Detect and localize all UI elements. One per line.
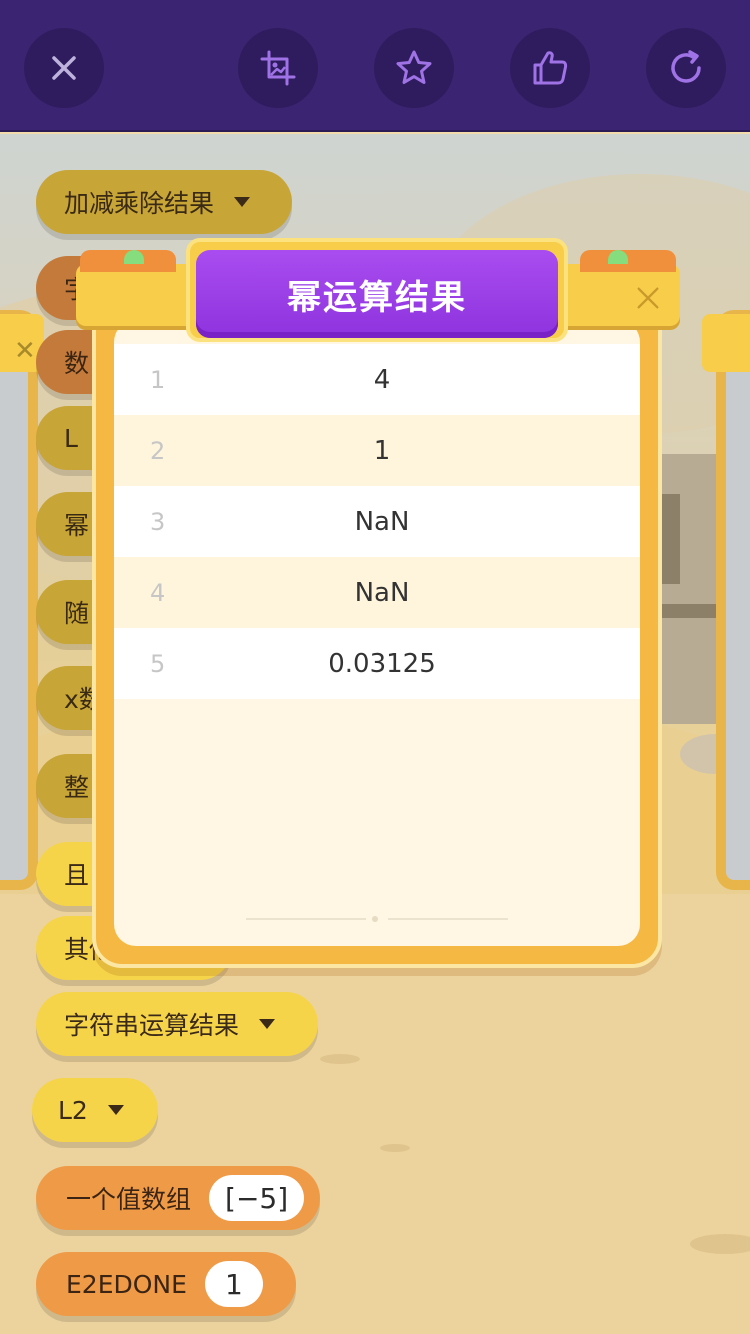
header-light: [608, 250, 628, 264]
thumbs-up-icon: [533, 51, 568, 85]
refresh-icon: [671, 50, 701, 83]
block-list-l2[interactable]: L2: [32, 1078, 158, 1142]
scroll-indicator-dot: [372, 916, 378, 922]
right-panel-header: [702, 314, 750, 372]
row-value: 4: [373, 364, 391, 395]
block-label: 幂: [64, 511, 90, 540]
block-label: 且: [64, 861, 90, 890]
list-item: 1 4: [114, 344, 640, 415]
row-value: 0.03125: [328, 648, 436, 679]
block-label: 字符串运算结果: [64, 1011, 240, 1040]
list-item: 2 1: [114, 415, 640, 486]
close-icon: [637, 287, 659, 309]
star-icon: [396, 50, 432, 84]
result-list: 1 4 2 1 3 NaN 4 NaN 5 0.03125: [114, 320, 640, 946]
left-panel-close-icon[interactable]: ✕: [14, 336, 36, 366]
header-light: [124, 250, 144, 264]
right-side-panel: [716, 310, 750, 890]
block-label: L2: [58, 1095, 88, 1125]
block-single-value-array[interactable]: 一个值数组 [−5]: [36, 1166, 320, 1230]
row-value: 1: [373, 435, 391, 466]
top-toolbar: [0, 0, 750, 132]
screenshot-icon: [260, 50, 296, 86]
block-label: 整: [64, 773, 90, 802]
row-value: NaN: [354, 506, 410, 537]
screenshot-button[interactable]: [238, 28, 318, 108]
block-string-result[interactable]: 字符串运算结果: [36, 992, 318, 1056]
list-item: 5 0.03125: [114, 628, 640, 699]
block-label: L: [64, 423, 78, 453]
dropdown-caret-icon: [259, 1019, 276, 1029]
block-value: [−5]: [209, 1175, 305, 1221]
refresh-button[interactable]: [646, 28, 726, 108]
favorite-button[interactable]: [374, 28, 454, 108]
block-label: 随: [64, 599, 90, 628]
block-label: 一个值数组: [66, 1185, 192, 1214]
block-label: 加减乘除结果: [64, 189, 215, 218]
like-button[interactable]: [510, 28, 590, 108]
left-side-panel: [0, 310, 38, 890]
dialog-close-button[interactable]: [630, 280, 666, 316]
block-arith-result[interactable]: 加减乘除结果: [36, 170, 292, 234]
scroll-indicator: [388, 918, 508, 920]
dropdown-caret-icon: [234, 197, 251, 207]
list-item: 3 NaN: [114, 486, 640, 557]
block-label: E2EDONE: [66, 1269, 187, 1299]
block-e2edone[interactable]: E2EDONE 1: [36, 1252, 296, 1316]
scroll-indicator: [246, 918, 366, 920]
close-button[interactable]: [24, 28, 104, 108]
header-bump: [580, 250, 676, 272]
dialog-title: 幂运算结果: [196, 250, 558, 338]
close-icon: [52, 56, 76, 80]
dropdown-caret-icon: [107, 1105, 124, 1115]
block-value: 1: [204, 1261, 263, 1307]
block-label: 数: [64, 349, 90, 378]
list-item: 4 NaN: [114, 557, 640, 628]
row-value: NaN: [354, 577, 410, 608]
